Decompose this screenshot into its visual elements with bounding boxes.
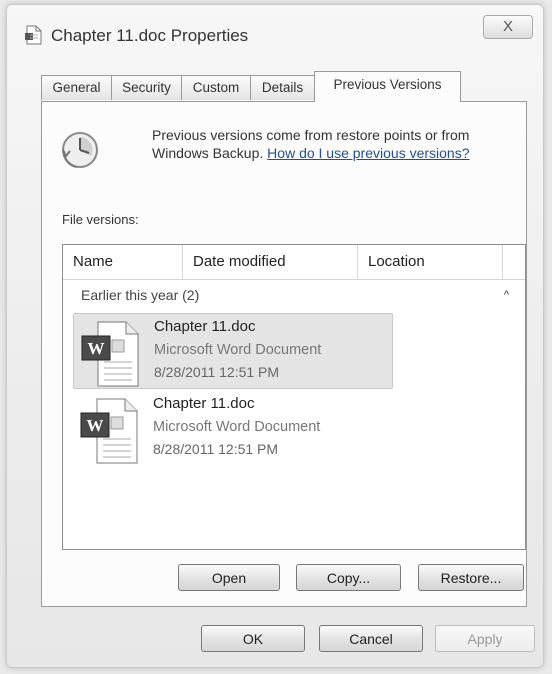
cancel-button[interactable]: Cancel <box>319 625 423 652</box>
svg-text:W: W <box>87 416 104 435</box>
previous-versions-info: Previous versions come from restore poin… <box>152 126 522 162</box>
word-document-icon: W <box>81 321 139 387</box>
close-icon: X <box>502 18 513 35</box>
ok-button[interactable]: OK <box>201 625 305 652</box>
title-bar[interactable]: Chapter 11.doc Properties X <box>7 5 543 55</box>
tab-general[interactable]: General <box>41 75 112 100</box>
tab-security[interactable]: Security <box>111 75 182 100</box>
document-icon <box>25 25 42 45</box>
tab-details[interactable]: Details <box>250 75 315 100</box>
item-name: Chapter 11.doc <box>154 318 256 335</box>
restore-button[interactable]: Restore... <box>418 564 524 591</box>
column-name[interactable]: Name <box>63 245 183 279</box>
group-header[interactable]: Earlier this year (2) <box>81 287 199 303</box>
svg-text:W: W <box>88 339 105 358</box>
help-link[interactable]: How do I use previous versions? <box>267 145 469 161</box>
item-name: Chapter 11.doc <box>153 395 255 412</box>
window-title: Chapter 11.doc Properties <box>51 26 249 45</box>
item-date: 8/28/2011 12:51 PM <box>153 441 279 457</box>
previous-versions-panel: Previous versions come from restore poin… <box>41 101 527 607</box>
tab-custom[interactable]: Custom <box>181 75 251 100</box>
properties-dialog: Chapter 11.doc Properties X General Secu… <box>6 4 544 668</box>
file-versions-list[interactable]: Name Date modified Location Earlier this… <box>62 244 526 550</box>
item-type: Microsoft Word Document <box>154 342 322 358</box>
word-document-icon: W <box>80 398 138 464</box>
collapse-icon[interactable]: ^ <box>504 289 509 301</box>
restore-clock-icon <box>62 132 98 168</box>
copy-button[interactable]: Copy... <box>296 564 401 591</box>
column-location[interactable]: Location <box>358 245 503 279</box>
file-versions-label: File versions: <box>62 212 139 227</box>
open-button[interactable]: Open <box>178 564 280 591</box>
item-type: Microsoft Word Document <box>153 419 321 435</box>
tab-previous-versions[interactable]: Previous Versions <box>314 71 461 102</box>
apply-button[interactable]: Apply <box>435 625 535 652</box>
column-date-modified[interactable]: Date modified <box>183 245 358 279</box>
list-item[interactable]: W Chapter 11.doc Microsoft Word Document… <box>73 313 393 389</box>
list-item[interactable]: W Chapter 11.doc Microsoft Word Document… <box>73 391 391 465</box>
close-button[interactable]: X <box>483 15 533 39</box>
item-date: 8/28/2011 12:51 PM <box>154 364 280 380</box>
list-header: Name Date modified Location <box>63 245 525 280</box>
